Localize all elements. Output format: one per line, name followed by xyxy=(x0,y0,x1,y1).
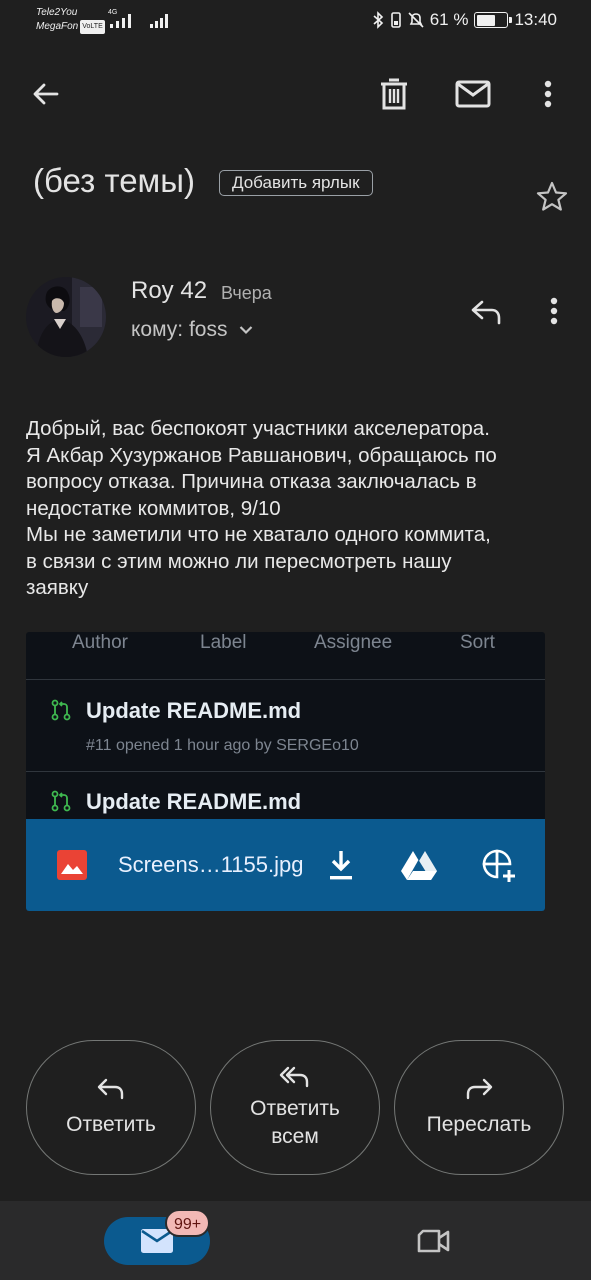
message-body: Добрый, вас беспокоят участники акселера… xyxy=(26,416,566,602)
status-bar: Tele2You MegaFon VoLTE 4G 61 % 13:40 xyxy=(0,0,591,44)
video-camera-icon xyxy=(417,1229,450,1253)
forward-label: Переслать xyxy=(426,1112,532,1136)
body-line: Мы не заметили что не хватало одного ком… xyxy=(26,523,491,546)
reply-all-line1: Ответить xyxy=(250,1096,340,1120)
battery-icon xyxy=(474,12,513,28)
reply-all-label: Ответить всем xyxy=(250,1095,340,1151)
reply-icon xyxy=(471,300,501,325)
reply-icon-button[interactable] xyxy=(464,294,508,330)
filter-label: Label xyxy=(200,632,247,653)
recipient-text: кому: foss xyxy=(131,318,228,341)
reply-all-button[interactable]: Ответить всем xyxy=(210,1040,380,1175)
reply-label: Ответить xyxy=(66,1112,156,1136)
reply-button[interactable]: Ответить xyxy=(26,1040,196,1175)
volte-badge: VoLTE xyxy=(80,20,105,34)
back-button[interactable] xyxy=(24,74,68,114)
add-label-button[interactable]: Добавить ярлык xyxy=(219,170,373,196)
download-button[interactable] xyxy=(322,845,360,885)
subject-title: (без темы) xyxy=(33,162,195,199)
preview-filter-bar: Author Label Assignee Sort xyxy=(26,632,545,680)
body-line: вопросу отказа. Причина отказа заключала… xyxy=(26,470,477,493)
bottom-navigation: 99+ xyxy=(0,1201,591,1280)
chevron-down-icon xyxy=(240,326,253,335)
reply-all-line2: всем xyxy=(271,1124,319,1148)
pr-meta: #11 opened 1 hour ago by SERGEo10 xyxy=(86,737,359,754)
pull-request-icon xyxy=(51,699,71,721)
arrow-left-icon xyxy=(33,83,59,105)
image-icon xyxy=(57,850,87,880)
mute-bell-icon xyxy=(408,12,424,28)
body-line: Добрый, вас беспокоят участники акселера… xyxy=(26,417,490,440)
body-line: Я Акбар Хузуржанов Равшанович, обращаюсь… xyxy=(26,443,497,467)
nav-meet-tab[interactable] xyxy=(414,1221,454,1261)
save-to-drive-button[interactable] xyxy=(398,845,440,885)
pr-divider xyxy=(26,771,545,772)
star-outline-icon xyxy=(536,181,568,211)
message-date: Вчера xyxy=(221,283,272,303)
trash-icon xyxy=(381,78,407,110)
battery-level xyxy=(476,14,495,26)
download-icon xyxy=(330,851,352,880)
signal-strength-2-icon xyxy=(150,14,168,28)
carrier-2: MegaFon xyxy=(36,21,79,32)
attachment-card[interactable]: Author Label Assignee Sort Update README… xyxy=(26,632,545,911)
sender-name[interactable]: Roy 42 xyxy=(131,277,207,305)
unread-badge: 99+ xyxy=(165,1209,211,1237)
pr-title: Update README.md xyxy=(86,789,302,814)
pull-request-icon xyxy=(51,790,71,812)
attachment-filename[interactable]: Screens…1155.jpg xyxy=(118,852,304,878)
reply-icon xyxy=(97,1078,124,1099)
forward-button[interactable]: Переслать xyxy=(394,1040,564,1175)
clock: 13:40 xyxy=(514,10,557,29)
reply-all-icon xyxy=(279,1066,309,1087)
avatar-image xyxy=(26,277,106,357)
battery-percent: 61 % xyxy=(429,10,469,29)
carrier-1: Tele2You xyxy=(36,7,78,18)
star-button[interactable] xyxy=(532,176,572,216)
add-to-photos-button[interactable] xyxy=(478,845,520,887)
carrier-info: Tele2You MegaFon VoLTE xyxy=(36,6,105,34)
drive-icon xyxy=(401,851,437,880)
more-vert-icon xyxy=(550,297,558,325)
body-line: недостатке коммитов, 9/10 xyxy=(26,496,281,520)
body-line: заявку xyxy=(26,576,89,599)
recipient-toggle[interactable]: кому: foss xyxy=(131,318,253,342)
mark-unread-button[interactable] xyxy=(452,74,494,114)
more-options-button[interactable] xyxy=(534,74,562,114)
forward-icon xyxy=(466,1078,493,1099)
filter-sort: Sort xyxy=(460,632,495,653)
delete-button[interactable] xyxy=(374,72,414,116)
more-vert-icon xyxy=(544,80,552,108)
message-more-button[interactable] xyxy=(540,294,568,328)
bluetooth-icon xyxy=(373,11,383,29)
filter-assignee: Assignee xyxy=(314,632,393,653)
mail-icon xyxy=(455,80,491,108)
body-line: в связи с этим можно ли пересмотреть наш… xyxy=(26,549,452,573)
signal-strength-icon xyxy=(110,14,131,28)
pr-title: Update README.md xyxy=(86,698,302,723)
vibrate-icon xyxy=(390,12,401,28)
filter-author: Author xyxy=(72,632,128,653)
photos-add-icon xyxy=(482,849,515,882)
status-right: 61 % 13:40 xyxy=(372,10,557,30)
sender-avatar[interactable] xyxy=(26,277,106,357)
attachment-bar: Screens…1155.jpg xyxy=(26,819,545,911)
